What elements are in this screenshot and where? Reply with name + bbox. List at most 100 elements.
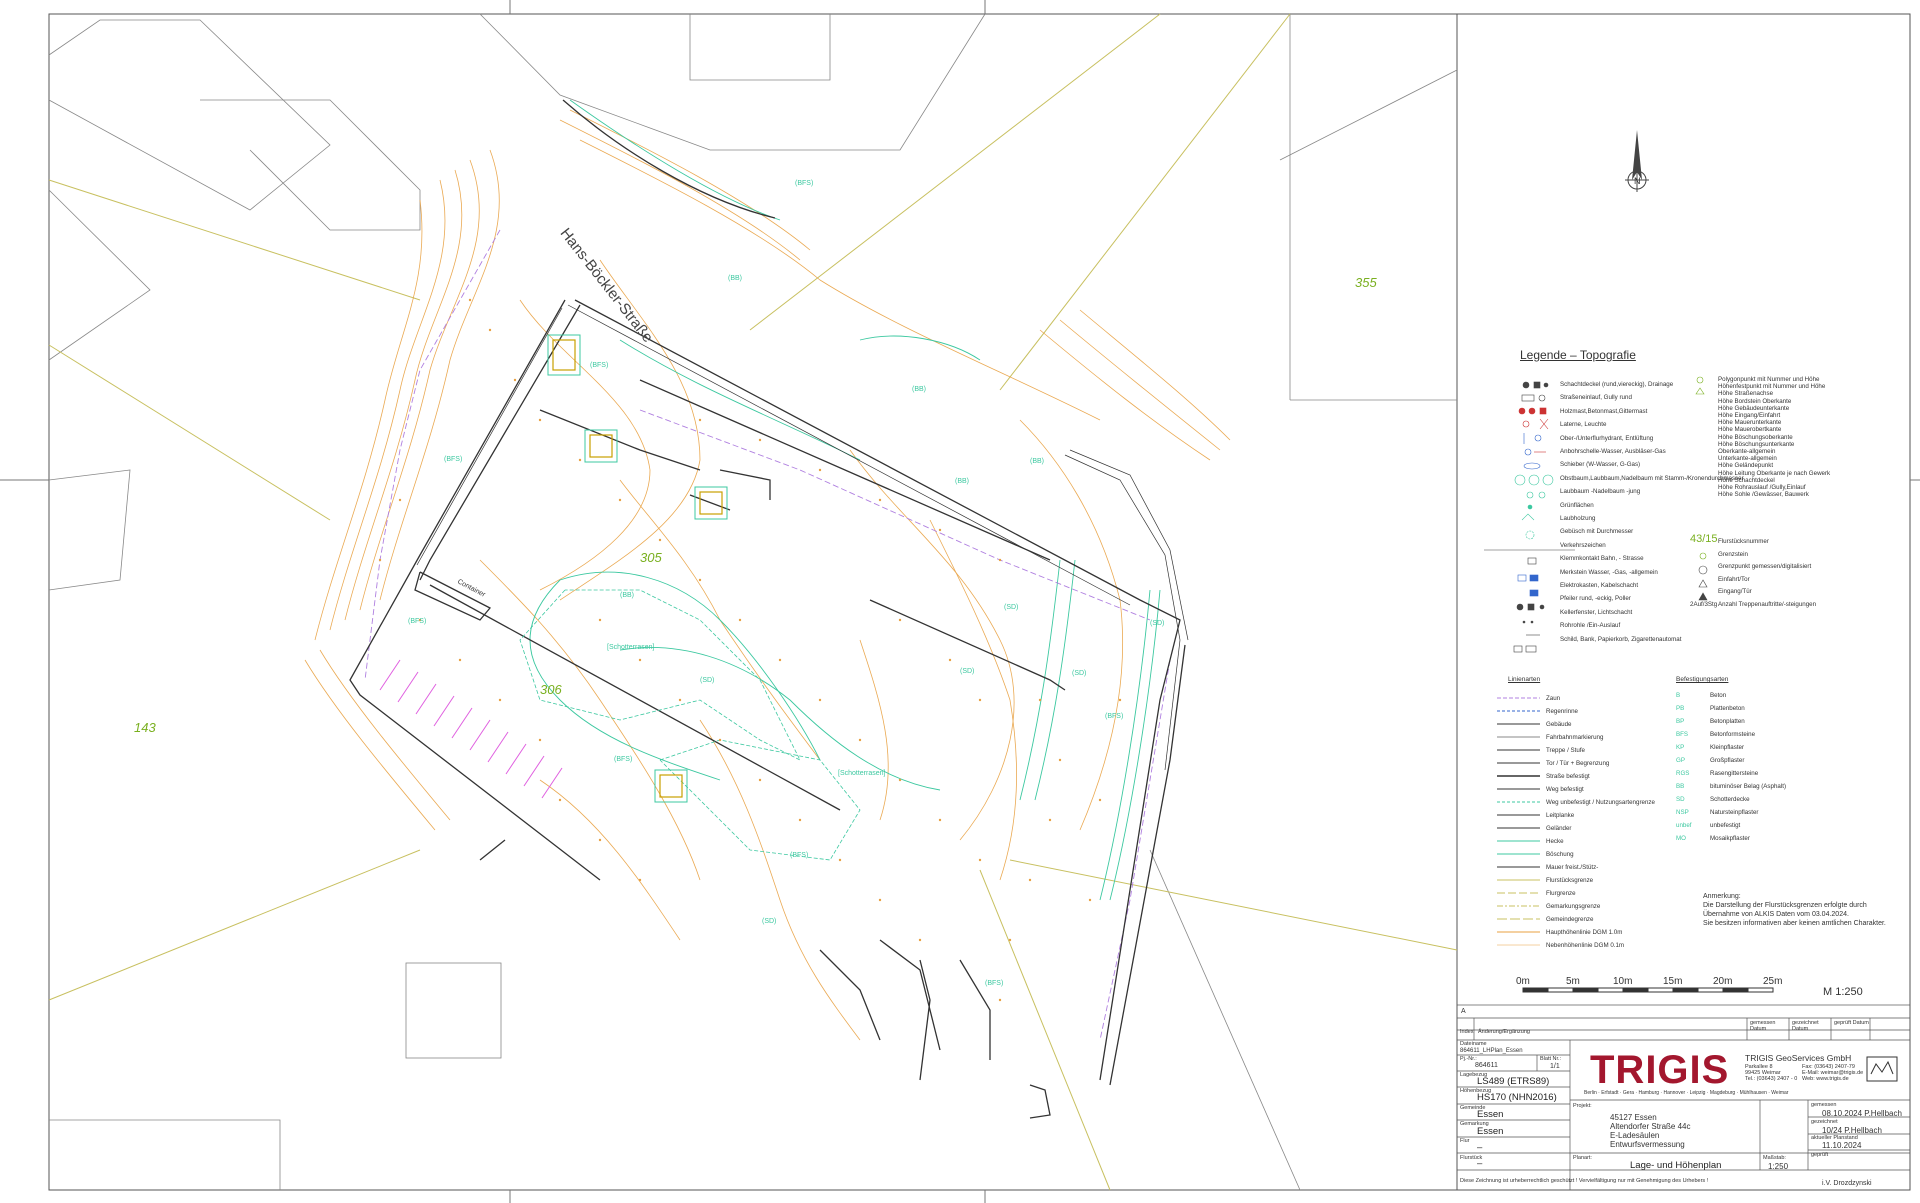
legend-surface-label: Betonplatten bbox=[1710, 718, 1745, 725]
legend-line-label: Leitplanke bbox=[1546, 812, 1575, 819]
note-line: Die Darstellung der Flurstücksgrenzen er… bbox=[1703, 902, 1867, 909]
note-line: Sie besitzen informativen aber keinen am… bbox=[1703, 920, 1886, 927]
legend-surface-code: unbef bbox=[1676, 822, 1692, 829]
legend-parcel-label: Grenzpunkt gemessen/digitalisiert bbox=[1718, 563, 1812, 570]
surface-code: (BFS) bbox=[444, 456, 463, 463]
surface-code: (BFS) bbox=[590, 362, 609, 369]
legend-height-label: Höhe Böschungsunterkante bbox=[1718, 440, 1795, 448]
legend-line-label: Gebäude bbox=[1546, 721, 1572, 728]
surface-code: (BFS) bbox=[795, 180, 814, 187]
surface-code: (BB) bbox=[912, 386, 926, 393]
legend-surface-label: Mosaikpflaster bbox=[1710, 835, 1750, 842]
legend-surface-label: Kleinpflaster bbox=[1710, 744, 1745, 751]
legend-symbol-label: Obstbaum,Laubbaum,Nadelbaum mit Stamm-/K… bbox=[1560, 474, 1744, 482]
legend-line-label: Nebenhöhenlinie DGM 0.1m bbox=[1546, 942, 1625, 949]
area-label: [Schotterrasen] bbox=[838, 770, 886, 777]
note-title: Anmerkung: bbox=[1703, 893, 1741, 900]
drawn-value: 10/24 P.Hellbach bbox=[1822, 1126, 1882, 1135]
surface-code: (SD) bbox=[1150, 620, 1165, 627]
legend-line-label: Mauer freist./Stütz- bbox=[1546, 864, 1599, 871]
scale-bar bbox=[1522, 987, 1774, 993]
legend-line-label: Gemarkungsgrenze bbox=[1546, 903, 1601, 910]
height-points bbox=[378, 298, 1122, 1002]
legend-line-label: Tor / Tür + Begrenzung bbox=[1546, 760, 1610, 767]
legend-line-label: Treppe / Stufe bbox=[1546, 747, 1585, 754]
sheet-value: 1/1 bbox=[1550, 1063, 1560, 1070]
surface-code: (BB) bbox=[1030, 458, 1044, 465]
surface-boundaries bbox=[529, 99, 1161, 901]
legend-symbol-label: Schieber (W-Wasser, G-Gas) bbox=[1560, 461, 1641, 469]
legend-surface-code: SD bbox=[1676, 796, 1685, 803]
index-header: Index bbox=[1460, 1029, 1474, 1035]
north-arrow-label: N bbox=[1634, 176, 1641, 186]
parcel-number-305: 305 bbox=[640, 550, 662, 565]
measured-label: gemessen bbox=[1811, 1102, 1837, 1108]
legend-height-label: Höhe Straßenachse bbox=[1718, 390, 1774, 398]
measured-value: 08.10.2024 P.Hellbach bbox=[1822, 1109, 1902, 1118]
legend-height-label: Polygonpunkt mit Nummer und Höhe bbox=[1718, 376, 1820, 383]
project-line: E-Ladesäulen bbox=[1610, 1131, 1660, 1140]
legend-line-label: Flurstücksgrenze bbox=[1546, 877, 1594, 884]
legend-symbol-label: Merkstein Wasser, -Gas, -allgemein bbox=[1560, 568, 1658, 576]
company-logo: TRIGIS bbox=[1590, 1048, 1730, 1092]
contour-lines bbox=[304, 109, 1231, 1041]
legend-symbol-label: Verkehrszeichen bbox=[1560, 541, 1606, 549]
scale-tick: 25m bbox=[1763, 976, 1783, 987]
scale-tick: 20m bbox=[1713, 976, 1733, 987]
legend-line-label: Geländer bbox=[1546, 825, 1572, 832]
legend-parcel-label: Grenzstein bbox=[1718, 550, 1748, 558]
legend-height-label: Höhe Leitung Oberkante je nach Gewerk bbox=[1718, 469, 1831, 477]
road-and-structures bbox=[349, 99, 1186, 1119]
project-number: 864611 bbox=[1475, 1062, 1498, 1069]
scale-tick: 15m bbox=[1663, 976, 1683, 987]
legend-surface-code: BP bbox=[1676, 718, 1685, 725]
measured-header: gemessen Datum bbox=[1750, 1020, 1776, 1032]
copyright-note: Diese Zeichnung ist urheberrechtlich ges… bbox=[1460, 1178, 1709, 1184]
legend-surface-code: PB bbox=[1676, 705, 1685, 712]
legend-symbol-label: Kellerfenster, Lichtschacht bbox=[1560, 608, 1633, 616]
scale-label: Maßstab: bbox=[1763, 1155, 1786, 1161]
drawn-label: gezeichnet bbox=[1811, 1119, 1838, 1125]
legend-height-label: Höhe Schachtdeckel bbox=[1718, 476, 1775, 484]
legend-surface-label: Betonformsteine bbox=[1710, 731, 1756, 738]
project-label: Projekt: bbox=[1573, 1103, 1592, 1109]
gemeinde-value: Essen bbox=[1477, 1109, 1504, 1120]
surface-code: (SD) bbox=[1004, 604, 1019, 611]
surface-code: (BFS) bbox=[790, 852, 809, 859]
surface-code: (BB) bbox=[955, 478, 969, 485]
project-line: 45127 Essen bbox=[1610, 1113, 1657, 1122]
legend-symbol-label: Rohrohle /Ein-Auslauf bbox=[1560, 622, 1621, 630]
legend-surface-code: NSP bbox=[1676, 809, 1689, 816]
file-label: Dateiname bbox=[1460, 1041, 1487, 1047]
surface-code: (SD) bbox=[960, 668, 975, 675]
legend-line-label: Böschung bbox=[1546, 851, 1574, 858]
legend-parcel-label: Flurstücksnummer bbox=[1718, 538, 1769, 545]
legend-symbol-label: Laterne, Leuchte bbox=[1560, 421, 1607, 429]
background-buildings bbox=[48, 13, 1458, 1191]
legend-height-label: Höhe Gebäudeunterkante bbox=[1718, 404, 1790, 412]
legend-symbol-label: Anbohrschelle-Wasser, Ausbläser-Gas bbox=[1560, 448, 1666, 455]
legend-line-label: Regenrinne bbox=[1546, 708, 1578, 715]
checked-header: geprüft Datum bbox=[1834, 1020, 1869, 1026]
survey-map: N bbox=[0, 0, 1920, 1203]
change-header: Änderung/Ergänzung bbox=[1478, 1029, 1530, 1035]
legend-line-label: Fahrbahnmarkierung bbox=[1546, 734, 1604, 741]
legend-parcel-label: Anzahl Treppenauftritte/-steigungen bbox=[1718, 600, 1817, 608]
legend-height-label: Höhe Böschungsoberkante bbox=[1718, 433, 1793, 441]
surface-code: (BB) bbox=[620, 592, 634, 599]
surface-code: (BB) bbox=[728, 275, 742, 282]
legend-height-label: Höhe Mauerunterkante bbox=[1718, 419, 1782, 427]
surface-code: (BFS) bbox=[614, 756, 633, 763]
legend-title: Legende – Topografie bbox=[1520, 348, 1636, 362]
legend-symbol-label: Ober-/Unterflurhydrant, Entlüftung bbox=[1560, 434, 1654, 442]
project-line: Altendorfer Straße 44c bbox=[1610, 1122, 1691, 1131]
legend-line-label: Haupthöhenlinie DGM 1.0m bbox=[1546, 929, 1623, 936]
legend-symbol-label: Straßeneinlauf, Gully rund bbox=[1560, 394, 1632, 402]
surface-code: (SD) bbox=[762, 918, 777, 925]
legend-symbol-label: Pfeiler rund, -eckig, Poller bbox=[1560, 595, 1631, 603]
certificate-seal-icon bbox=[1866, 1056, 1898, 1082]
legend-parcel-label: Eingang/Tür bbox=[1718, 588, 1752, 595]
line-types-header: Linienarten bbox=[1508, 676, 1541, 683]
area-label: [Schotterrasen] bbox=[607, 644, 655, 651]
project-line: Entwurfsvermessung bbox=[1610, 1140, 1685, 1149]
